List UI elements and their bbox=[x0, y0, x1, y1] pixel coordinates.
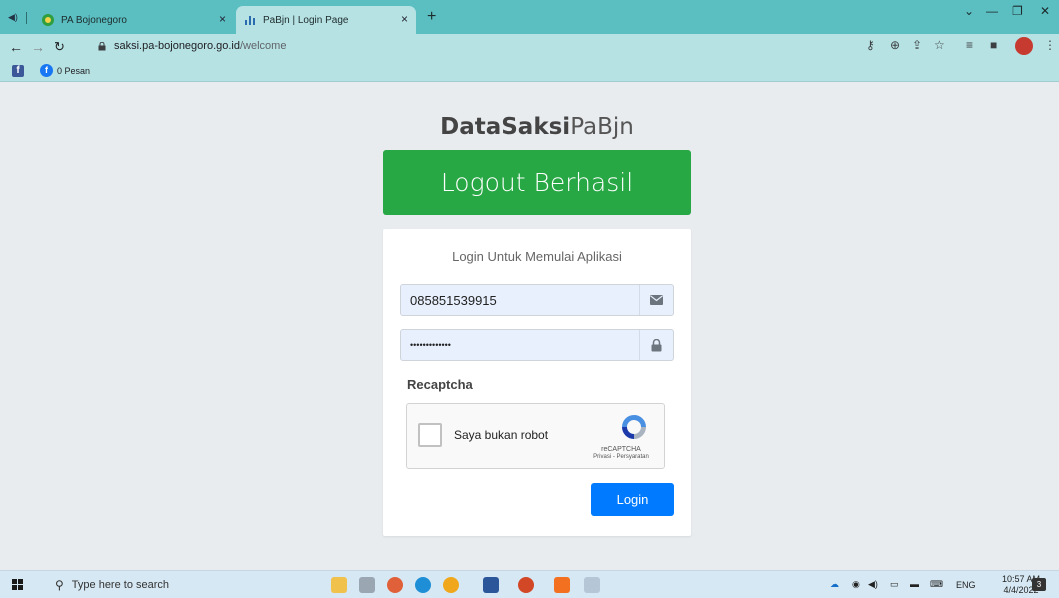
login-button[interactable]: Login bbox=[591, 483, 674, 516]
new-tab-button[interactable]: + bbox=[427, 8, 436, 26]
login-card: Login Untuk Memulai Aplikasi Recaptcha S… bbox=[383, 229, 691, 536]
tab-label: PA Bojonegoro bbox=[61, 14, 127, 26]
office-app-icon[interactable] bbox=[554, 577, 570, 593]
browser-toolbar: ← → ↻ saksi.pa-bojonegoro.go.id/welcome … bbox=[0, 34, 1059, 60]
menu-kebab-icon[interactable]: ⋮ bbox=[1044, 38, 1056, 52]
username-field bbox=[400, 284, 674, 316]
recaptcha-logo-icon bbox=[622, 415, 646, 439]
recaptcha-label: Recaptcha bbox=[407, 377, 473, 392]
reading-list-icon[interactable]: ≡ bbox=[966, 38, 973, 52]
volume-icon[interactable]: ◀) bbox=[868, 579, 878, 590]
login-message: Login Untuk Memulai Aplikasi bbox=[452, 249, 622, 264]
chrome-active-icon[interactable] bbox=[518, 577, 534, 593]
recaptcha-brand: reCAPTCHA bbox=[601, 446, 641, 453]
tab-label: PaBjn | Login Page bbox=[263, 14, 349, 26]
edge-icon[interactable] bbox=[415, 577, 431, 593]
facebook-bookmark-icon[interactable]: f bbox=[12, 65, 24, 77]
bookmark-star-icon[interactable]: ☆ bbox=[934, 38, 945, 52]
windows-taskbar: ⚲ Type here to search ☁ ◉ ◀) ▭ ▬ ⌨ ENG 1… bbox=[0, 570, 1059, 598]
lock-addon bbox=[639, 330, 673, 360]
file-explorer-icon[interactable] bbox=[331, 577, 347, 593]
bookmark-pesan[interactable]: f 0 Pesan bbox=[40, 64, 90, 77]
search-icon: ⚲ bbox=[55, 578, 64, 592]
forward-arrow-icon[interactable]: → bbox=[31, 38, 45, 56]
notification-center-icon[interactable]: 3 bbox=[1032, 578, 1046, 591]
tab-close-icon[interactable]: × bbox=[219, 12, 226, 26]
keyboard-icon[interactable]: ⌨ bbox=[930, 579, 943, 590]
pa-bojonegoro-favicon-icon bbox=[42, 14, 54, 26]
recaptcha-checkbox[interactable] bbox=[418, 423, 442, 447]
paint-icon[interactable] bbox=[584, 577, 600, 593]
url-domain: saksi.pa-bojonegoro.go.id bbox=[114, 40, 240, 52]
address-bar[interactable]: saksi.pa-bojonegoro.go.id/welcome bbox=[84, 37, 854, 57]
logout-success-alert: Logout Berhasil bbox=[383, 150, 691, 215]
key-icon[interactable]: ⚷ bbox=[866, 38, 875, 52]
battery-icon[interactable]: ▬ bbox=[910, 579, 919, 589]
minimize-icon[interactable]: — bbox=[986, 4, 998, 18]
tab-pa-bojonegoro[interactable]: PA Bojonegoro × bbox=[34, 6, 234, 34]
back-arrow-icon[interactable]: ← bbox=[9, 38, 23, 56]
taskbar-search[interactable]: ⚲ Type here to search bbox=[41, 574, 311, 596]
word-icon[interactable] bbox=[483, 577, 499, 593]
app-brand-title: DataSaksiPaBjn bbox=[383, 114, 691, 140]
windows-start-icon[interactable] bbox=[12, 579, 23, 590]
profile-avatar[interactable] bbox=[1015, 37, 1033, 55]
envelope-addon bbox=[639, 285, 673, 315]
secure-lock-icon bbox=[98, 42, 106, 51]
side-panel-icon[interactable]: ■ bbox=[990, 38, 997, 52]
envelope-icon bbox=[650, 295, 663, 305]
reload-icon[interactable]: ↻ bbox=[54, 38, 65, 56]
close-window-icon[interactable]: ✕ bbox=[1040, 4, 1050, 18]
password-field bbox=[400, 329, 674, 361]
recaptcha-links[interactable]: Privasi - Persyaratan bbox=[579, 454, 663, 460]
tab-separator bbox=[26, 12, 27, 24]
tab-login-page[interactable]: PaBjn | Login Page × bbox=[236, 6, 416, 34]
url-text: saksi.pa-bojonegoro.go.id/welcome bbox=[114, 40, 286, 52]
recaptcha-widget: Saya bukan robot reCAPTCHA Privasi - Per… bbox=[406, 403, 665, 469]
bookmarks-bar: f f 0 Pesan bbox=[0, 60, 1059, 82]
password-input[interactable] bbox=[401, 330, 637, 360]
onedrive-icon[interactable]: ☁ bbox=[830, 579, 839, 590]
chrome-icon[interactable] bbox=[443, 577, 459, 593]
brand-bold: DataSaksi bbox=[440, 114, 571, 140]
network-icon[interactable]: ▭ bbox=[890, 579, 899, 590]
media-control-icon[interactable]: ◀) bbox=[8, 12, 18, 23]
meet-now-icon[interactable]: ◉ bbox=[852, 579, 860, 590]
firefox-icon[interactable] bbox=[387, 577, 403, 593]
url-path: /welcome bbox=[239, 40, 287, 52]
taskbar-search-placeholder: Type here to search bbox=[71, 579, 170, 591]
bookmark-label: 0 Pesan bbox=[57, 65, 91, 76]
browser-tab-bar: ◀) PA Bojonegoro × PaBjn | Login Page × … bbox=[0, 0, 1059, 34]
bar-chart-favicon-icon bbox=[245, 16, 255, 25]
tab-search-chevron-icon[interactable]: ⌄ bbox=[964, 4, 974, 18]
brand-light: PaBjn bbox=[570, 114, 634, 140]
pinned-app-icon[interactable] bbox=[359, 577, 375, 593]
lock-icon bbox=[651, 338, 662, 351]
recaptcha-checkbox-label: Saya bukan robot bbox=[454, 428, 549, 442]
language-indicator[interactable]: ENG bbox=[956, 580, 976, 590]
restore-icon[interactable]: ❐ bbox=[1012, 4, 1023, 18]
username-input[interactable] bbox=[401, 285, 637, 315]
tab-close-icon[interactable]: × bbox=[401, 12, 408, 26]
share-icon[interactable]: ⇪ bbox=[912, 38, 922, 52]
zoom-icon[interactable]: ⊕ bbox=[890, 38, 900, 52]
facebook-circle-icon: f bbox=[40, 64, 53, 77]
